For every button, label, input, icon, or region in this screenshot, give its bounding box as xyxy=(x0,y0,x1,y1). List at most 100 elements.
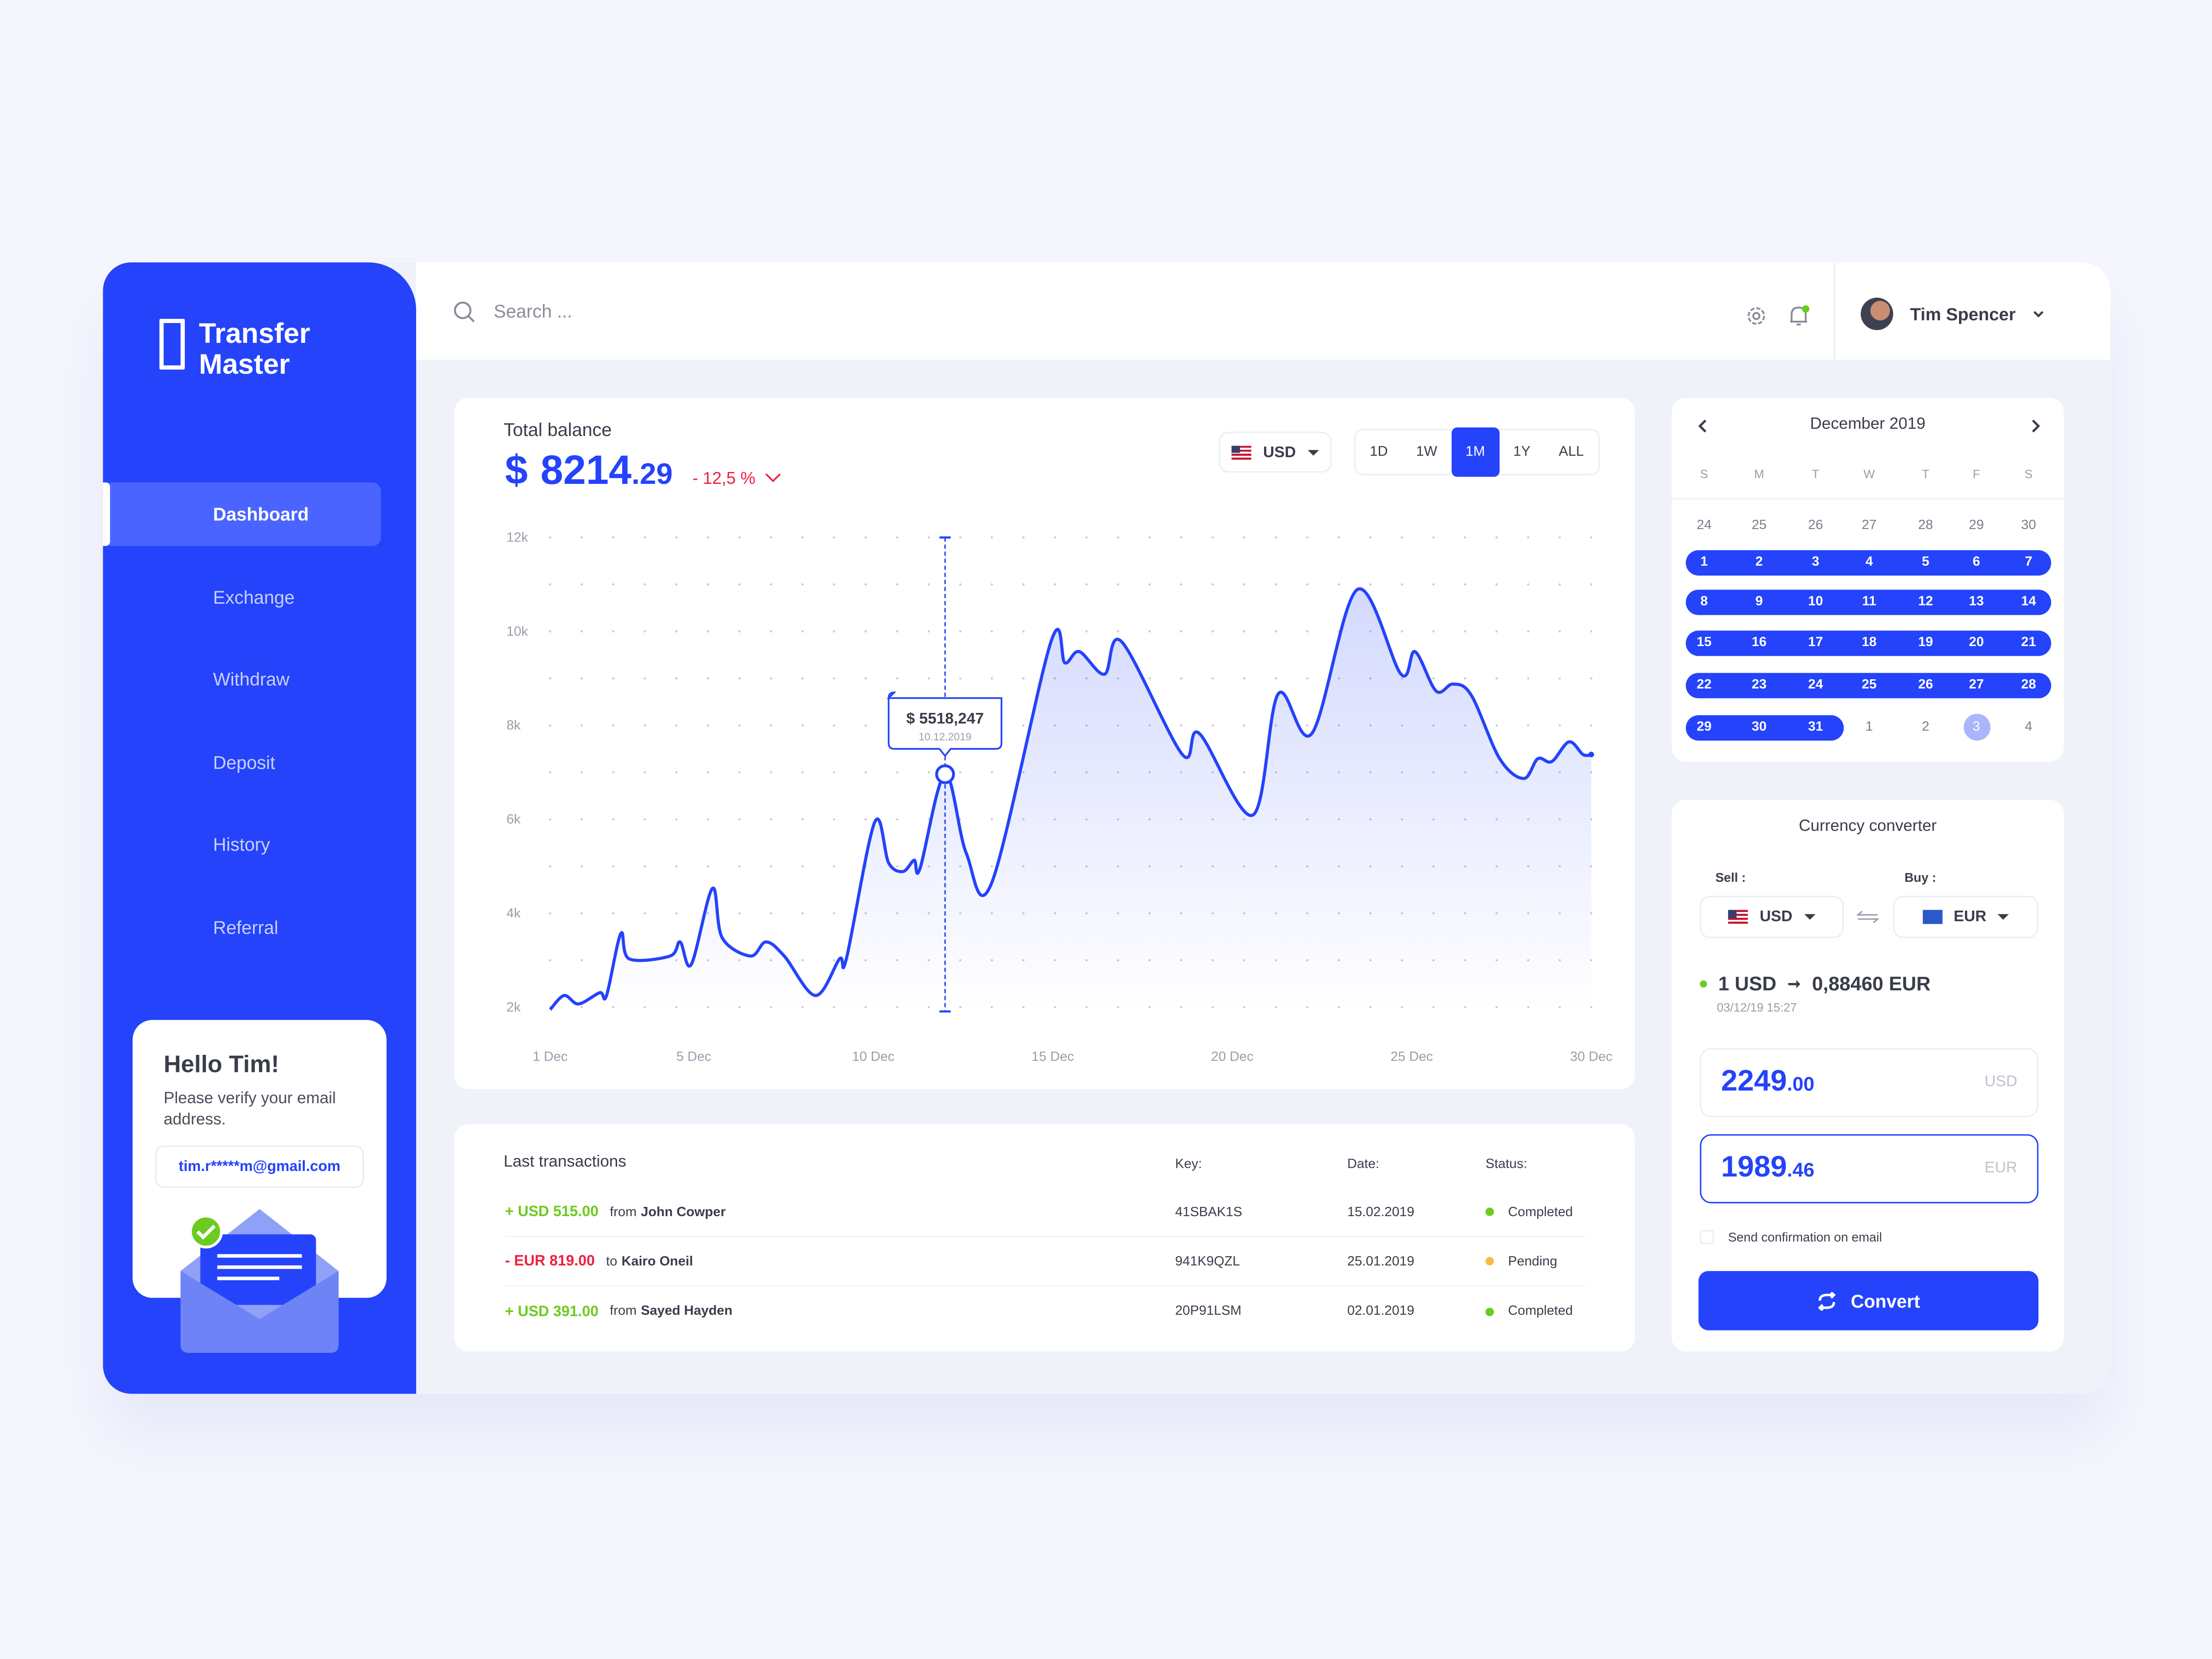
x-tick-label: 30 Dec xyxy=(1570,1049,1612,1064)
calendar-day[interactable]: 29 xyxy=(1950,518,2003,533)
bell-icon[interactable] xyxy=(1786,303,1811,329)
calendar-day[interactable]: 13 xyxy=(1950,594,2003,610)
calendar-day[interactable]: 27 xyxy=(1842,518,1896,533)
caret-down-icon xyxy=(1997,914,2009,920)
status-header: Status: xyxy=(1485,1157,1527,1172)
calendar-day[interactable]: 16 xyxy=(1732,635,1786,651)
calendar-day[interactable]: 3 xyxy=(1789,554,1842,570)
user-menu[interactable]: Tim Spencer xyxy=(1860,297,2044,330)
table-row[interactable]: + USD 391.00 from Sayed Hayden 20P91LSM 02.0… xyxy=(505,1287,1586,1336)
table-row[interactable]: + USD 515.00 from John Cowper 41SBAK1S 15.02… xyxy=(505,1188,1586,1237)
caret-down-icon xyxy=(1804,914,1815,920)
sidebar-item-label: Deposit xyxy=(213,751,276,773)
calendar-day[interactable]: 19 xyxy=(1899,635,1952,651)
calendar-day[interactable]: 1 xyxy=(1842,719,1896,735)
table-row[interactable]: - EUR 819.00 to Kairo Oneil 941K9QZL 25.01.2… xyxy=(505,1237,1586,1287)
x-tick-label: 15 Dec xyxy=(1031,1049,1074,1064)
sidebar-item-referral[interactable]: Referral xyxy=(109,895,381,959)
currency-converter-card: Currency converter Sell : Buy : USD EUR … xyxy=(1671,800,2064,1352)
us-flag-icon xyxy=(1729,910,1748,924)
confirm-email-checkbox[interactable] xyxy=(1700,1230,1714,1244)
balance-card: Total balance $ 8214 .29 - 12,5 % USD 1D… xyxy=(454,398,1635,1089)
calendar-day[interactable]: 29 xyxy=(1677,719,1731,735)
convert-label: Convert xyxy=(1851,1290,1920,1312)
chevron-down-icon xyxy=(2033,310,2043,317)
status-text: Completed xyxy=(1508,1303,1573,1319)
weekday-label: W xyxy=(1863,467,1875,481)
date-header: Date: xyxy=(1347,1157,1379,1172)
calendar-day[interactable]: 30 xyxy=(2002,518,2055,533)
sidebar-item-label: Referral xyxy=(213,916,278,938)
calendar-day[interactable]: 23 xyxy=(1732,677,1786,693)
calendar-day[interactable]: 11 xyxy=(1842,594,1896,610)
calendar-day[interactable]: 20 xyxy=(1950,635,2003,651)
calendar-day[interactable]: 2 xyxy=(1732,554,1786,570)
chevron-right-icon[interactable] xyxy=(2030,419,2041,433)
calendar-day[interactable]: 6 xyxy=(1950,554,2003,570)
page: Transfer Master Dashboard Exchange Withdraw… xyxy=(0,0,2212,1659)
swap-arrows-icon[interactable] xyxy=(1856,908,1879,925)
calendar-day[interactable]: 18 xyxy=(1842,635,1896,651)
calendar-day[interactable]: 4 xyxy=(1842,554,1896,570)
rate-timestamp: 03/12/19 15:27 xyxy=(1717,1000,1797,1015)
calendar-day[interactable]: 12 xyxy=(1899,594,1952,610)
calendar-day[interactable]: 24 xyxy=(1789,677,1842,693)
sell-amount-input[interactable]: 2249.00 USD xyxy=(1700,1048,2039,1118)
sidebar-item-dashboard[interactable]: Dashboard xyxy=(103,482,381,546)
calendar-day[interactable]: 27 xyxy=(1950,677,2003,693)
search-input[interactable]: Search ... xyxy=(494,300,572,322)
calendar-day[interactable]: 5 xyxy=(1899,554,1952,570)
calendar-day[interactable]: 3 xyxy=(1950,719,2003,735)
sidebar-item-exchange[interactable]: Exchange xyxy=(109,565,381,629)
calendar-day[interactable]: 30 xyxy=(1732,719,1786,735)
calendar-day[interactable]: 25 xyxy=(1732,518,1786,533)
sidebar: Transfer Master Dashboard Exchange Withdraw… xyxy=(103,262,417,1394)
calendar-day[interactable]: 7 xyxy=(2002,554,2055,570)
tooltip-point[interactable] xyxy=(935,764,955,784)
y-tick-label: 4k xyxy=(506,906,521,921)
sidebar-item-deposit[interactable]: Deposit xyxy=(109,730,381,794)
x-tick-label: 25 Dec xyxy=(1390,1049,1433,1064)
calendar-day[interactable]: 26 xyxy=(1899,677,1952,693)
calendar-day[interactable]: 21 xyxy=(2002,635,2055,651)
status-dot-icon xyxy=(1485,1257,1494,1265)
calendar-day[interactable]: 17 xyxy=(1789,635,1842,651)
calendar-day[interactable]: 10 xyxy=(1789,594,1842,610)
calendar-day[interactable]: 8 xyxy=(1677,594,1731,610)
buy-amount-input[interactable]: 1989.46 EUR xyxy=(1700,1134,2039,1204)
calendar-day[interactable]: 24 xyxy=(1677,518,1731,533)
hello-title: Hello Tim! xyxy=(164,1051,279,1078)
calendar-day[interactable]: 14 xyxy=(2002,594,2055,610)
sell-amount-int: 2249 xyxy=(1721,1065,1787,1098)
calendar-day[interactable]: 28 xyxy=(2002,677,2055,693)
buy-currency-select[interactable]: EUR xyxy=(1893,895,2039,938)
envelope-illustration-icon xyxy=(180,1209,339,1353)
calendar-day[interactable]: 26 xyxy=(1789,518,1842,533)
calendar-day[interactable]: 22 xyxy=(1677,677,1731,693)
calendar-day[interactable]: 31 xyxy=(1789,719,1842,735)
logo[interactable]: Transfer Master xyxy=(159,318,310,381)
calendar-day[interactable]: 1 xyxy=(1677,554,1731,570)
key: 20P91LSM xyxy=(1175,1303,1241,1319)
tooltip-date: 10.12.2019 xyxy=(918,731,971,743)
calendar-day[interactable]: 9 xyxy=(1732,594,1786,610)
calendar-day[interactable]: 2 xyxy=(1899,719,1952,735)
calendar-day[interactable]: 4 xyxy=(2002,719,2055,735)
email-link[interactable]: tim.r*****m@gmail.com xyxy=(155,1145,364,1188)
status-dot-icon xyxy=(1485,1307,1494,1316)
live-dot-icon xyxy=(1700,980,1707,987)
sidebar-item-label: Withdraw xyxy=(213,669,290,690)
exchange-rate: 1 USD ➞ 0,88460 EUR xyxy=(1700,972,1930,995)
exchange-icon xyxy=(165,584,190,609)
calendar-day[interactable]: 25 xyxy=(1842,677,1896,693)
sidebar-item-history[interactable]: History xyxy=(109,812,381,876)
calendar-day[interactable]: 15 xyxy=(1677,635,1731,651)
sell-currency-select[interactable]: USD xyxy=(1700,895,1844,938)
search-icon xyxy=(454,300,475,322)
sidebar-item-withdraw[interactable]: Withdraw xyxy=(109,647,381,711)
search-bar[interactable]: Search ... xyxy=(453,262,572,359)
calendar-day[interactable]: 28 xyxy=(1899,518,1952,533)
rate-from: 1 USD xyxy=(1718,972,1777,995)
convert-button[interactable]: Convert xyxy=(1698,1271,2039,1330)
gear-icon[interactable] xyxy=(1745,305,1768,327)
